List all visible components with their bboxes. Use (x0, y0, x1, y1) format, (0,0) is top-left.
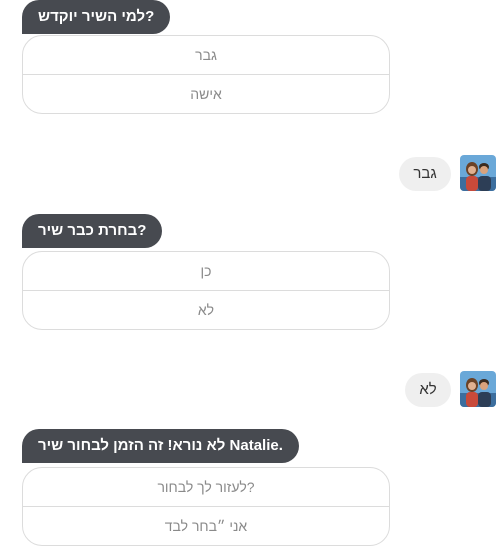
bot-question-1-text: למי השיר יוקדש? (38, 8, 155, 25)
bot-question-3: לא נורא! זה הזמן לבחור שיר Natalie. (22, 429, 299, 463)
options-list-2: כן לא (22, 251, 390, 330)
user-answer-1: גבר (399, 157, 451, 191)
bot-question-2: בחרת כבר שיר? (22, 214, 163, 248)
user-avatar (460, 371, 496, 407)
option-woman[interactable]: אישה (23, 74, 389, 113)
option-no[interactable]: לא (23, 290, 389, 329)
bot-question-2-text: בחרת כבר שיר? (38, 222, 147, 239)
option-yes[interactable]: כן (23, 252, 389, 290)
user-answer-2: לא (405, 373, 451, 407)
option-help-me-choose[interactable]: לעזור לך לבחור? (23, 468, 389, 506)
user-answer-2-text: לא (419, 381, 437, 398)
user-avatar (460, 155, 496, 191)
couple-photo-icon (460, 155, 496, 191)
option-man[interactable]: גבר (23, 36, 389, 74)
options-list-3: לעזור לך לבחור? אני ״בחר לבד (22, 467, 390, 546)
user-answer-1-text: גבר (413, 165, 437, 182)
couple-photo-icon (460, 371, 496, 407)
bot-question-3-text: לא נורא! זה הזמן לבחור שיר Natalie. (38, 437, 283, 454)
options-list-1: גבר אישה (22, 35, 390, 114)
option-choose-alone[interactable]: אני ״בחר לבד (23, 506, 389, 545)
bot-question-1: למי השיר יוקדש? (22, 0, 171, 34)
